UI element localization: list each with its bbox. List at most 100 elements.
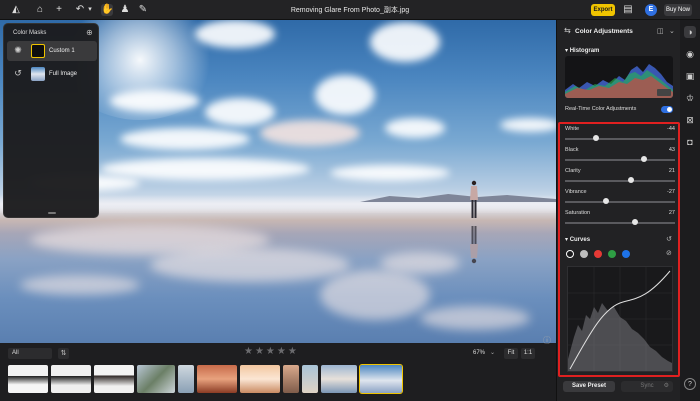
plus-icon[interactable]: + (53, 4, 65, 16)
slider-clarity[interactable]: Clarity 21 (565, 168, 675, 190)
slider-value[interactable]: -44 (667, 126, 675, 132)
chevron-down-icon[interactable]: ▾ (84, 4, 96, 16)
sync-button[interactable]: Sync ⚙ (621, 381, 673, 392)
mask-label: Full Image (49, 71, 78, 77)
panel-title: Color Adjustments (575, 28, 633, 35)
preset-icon[interactable]: ▣ (684, 70, 696, 82)
curves-header[interactable]: ▾ Curves (565, 236, 590, 243)
panel-menu-icon[interactable]: ⌄ (669, 27, 675, 35)
slider-value[interactable]: 43 (669, 147, 675, 153)
slider-track[interactable] (565, 180, 675, 182)
filmstrip-thumbnail[interactable] (51, 365, 91, 393)
cloud (315, 75, 375, 115)
slider-label: Saturation (565, 210, 591, 216)
realtime-label: Real-Time Color Adjustments (565, 106, 637, 112)
color-drop-icon[interactable]: ◉ (684, 48, 696, 60)
curve-channel-luma[interactable] (580, 250, 588, 258)
slider-track[interactable] (565, 201, 675, 203)
home-icon[interactable]: ⌂ (34, 4, 46, 16)
zoom-level[interactable]: 67% (468, 348, 490, 359)
filmstrip-thumbnail[interactable] (94, 365, 134, 393)
cloud (500, 118, 556, 132)
slider-track[interactable] (565, 159, 675, 161)
realtime-toggle[interactable] (661, 106, 673, 113)
export-button[interactable]: Export (591, 4, 615, 16)
slider-value[interactable]: 27 (669, 210, 675, 216)
cloud (195, 20, 275, 48)
stamp-icon[interactable]: ♟ (119, 4, 131, 16)
brush-icon[interactable]: ✎ (137, 4, 149, 16)
cloud-reflection (20, 275, 140, 295)
cloud (370, 22, 440, 62)
slider-thumb[interactable] (628, 177, 634, 183)
color-masks-panel: Color Masks ⊕ ✺ Custom 1 ↺ Full Image (3, 23, 99, 218)
resize-handle[interactable] (48, 212, 56, 214)
curve-channel-red[interactable] (594, 250, 602, 258)
filmstrip-thumbnail[interactable] (240, 365, 280, 393)
filmstrip-thumbnail[interactable] (283, 365, 299, 393)
save-preset-button[interactable]: Save Preset (563, 381, 615, 392)
fit-button[interactable]: Fit (504, 348, 518, 359)
histogram (565, 56, 673, 98)
curve-channel-green[interactable] (608, 250, 616, 258)
filmstrip-thumbnail[interactable] (8, 365, 48, 393)
filmstrip-thumbnail[interactable] (178, 365, 194, 393)
panel-header: ⇆ Color Adjustments ◫ ⌄ (557, 20, 681, 42)
slider-label: Clarity (565, 168, 581, 174)
add-mask-icon[interactable]: ⊕ (86, 28, 93, 37)
share-icon[interactable]: ▤ (622, 4, 634, 16)
cloud-reflection (420, 306, 530, 330)
slider-label: Vibrance (565, 189, 587, 195)
slider-label: Black (565, 147, 579, 153)
compare-icon[interactable]: ◫ (657, 27, 664, 35)
person-reflection (470, 226, 478, 264)
slider-white[interactable]: White -44 (565, 126, 675, 148)
document-title: Removing Glare From Photo_副本.jpg (290, 7, 410, 14)
person-figure (470, 180, 478, 218)
buy-now-button[interactable]: Buy Now (664, 4, 692, 16)
masks-title: Color Masks (13, 30, 47, 36)
slider-thumb[interactable] (602, 198, 609, 204)
shirt-icon[interactable]: ♔ (684, 92, 696, 104)
slider-black[interactable]: Black 43 (565, 147, 675, 169)
avatar[interactable]: E (645, 4, 657, 16)
camera-icon[interactable]: ◘ (684, 136, 696, 148)
color-adjust-icon[interactable]: ◑ (684, 26, 696, 38)
slider-saturation[interactable]: Saturation 27 (565, 210, 675, 232)
cloud (385, 118, 445, 138)
filter-options-icon[interactable]: ⇅ (58, 348, 69, 359)
filmstrip-thumbnail[interactable] (137, 365, 175, 393)
slider-thumb[interactable] (641, 156, 648, 162)
actual-size-button[interactable]: 1:1 (521, 348, 535, 359)
reset-icon[interactable]: ↺ (666, 235, 672, 243)
zoom-dropdown-icon[interactable]: ⌄ (490, 348, 495, 359)
slider-value[interactable]: -27 (667, 189, 675, 195)
cloud (120, 128, 250, 150)
info-icon[interactable]: ⓘ (543, 335, 551, 346)
filmstrip-thumbnail-selected[interactable] (359, 364, 403, 394)
rating-stars[interactable]: ★★★★★ (244, 346, 299, 357)
slider-track[interactable] (565, 222, 675, 224)
crop-icon[interactable]: ⊠ (684, 114, 696, 126)
curves-graph[interactable] (567, 266, 673, 372)
help-icon[interactable]: ? (684, 378, 696, 390)
curve-picker-icon[interactable]: ⊘ (666, 249, 672, 257)
cloud (100, 158, 310, 180)
mask-item-custom-1[interactable]: ✺ Custom 1 (7, 41, 97, 61)
mask-thumbnail (31, 67, 45, 81)
histogram-header[interactable]: ▾ Histogram (565, 47, 599, 54)
curve-channel-rgb[interactable] (566, 250, 574, 258)
slider-track[interactable] (565, 138, 675, 140)
hand-icon[interactable]: ✋ (101, 4, 113, 16)
curves-plot[interactable] (568, 267, 672, 371)
slider-value[interactable]: 21 (669, 168, 675, 174)
curve-channel-blue[interactable] (622, 250, 630, 258)
filmstrip-thumbnail[interactable] (302, 365, 318, 393)
filter-select[interactable]: All (8, 348, 52, 359)
filmstrip-thumbnail[interactable] (321, 365, 357, 393)
mask-item-full-image[interactable]: ↺ Full Image (7, 64, 97, 84)
slider-vibrance[interactable]: Vibrance -27 (565, 189, 675, 211)
filmstrip-thumbnail[interactable] (197, 365, 237, 393)
slider-thumb[interactable] (632, 219, 639, 225)
slider-thumb[interactable] (592, 135, 599, 141)
